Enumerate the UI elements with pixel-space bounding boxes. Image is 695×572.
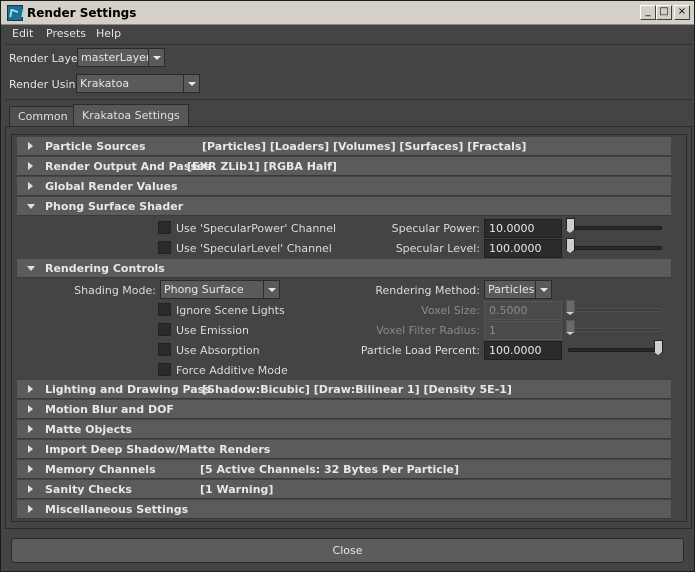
- voxel-filter-radius-label: Voxel Filter Radius:: [376, 324, 480, 337]
- use-emission-label: Use Emission: [176, 324, 249, 337]
- use-absorption-checkbox[interactable]: [158, 343, 171, 356]
- shading-mode-dropdown[interactable]: Phong Surface: [160, 280, 280, 299]
- render-layer-dropdown[interactable]: masterLayer: [77, 48, 165, 67]
- voxel-size-field[interactable]: 0.5000: [484, 301, 562, 320]
- ignore-scene-lights-label: Ignore Scene Lights: [176, 304, 285, 317]
- rendering-method-dropdown[interactable]: Particles: [484, 280, 552, 299]
- tab-common[interactable]: Common: [9, 106, 77, 127]
- expand-arrow-icon: [28, 162, 33, 170]
- shading-mode-value: Phong Surface: [164, 283, 244, 296]
- specular-level-slider[interactable]: [568, 246, 662, 250]
- use-specular-level-channel-checkbox[interactable]: [158, 241, 171, 254]
- specular-level-field[interactable]: 100.0000: [484, 239, 562, 258]
- krakatoa-settings-panel: Particle Sources [Particles] [Loaders] […: [5, 126, 692, 529]
- frame-import-deep-shadow[interactable]: Import Deep Shadow/Matte Renders: [17, 440, 671, 459]
- tab-krakatoa-settings[interactable]: Krakatoa Settings: [73, 104, 189, 127]
- render-layer-value: masterLayer: [81, 51, 151, 64]
- chevron-down-icon: [535, 281, 551, 298]
- use-emission-checkbox[interactable]: [158, 323, 171, 336]
- frame-sanity-checks[interactable]: Sanity Checks [1 Warning]: [17, 480, 671, 499]
- frame-motion-blur-dof[interactable]: Motion Blur and DOF: [17, 400, 671, 419]
- expand-arrow-icon: [28, 405, 33, 413]
- specular-level-slider-handle[interactable]: [566, 238, 575, 253]
- render-layer-label: Render Layer: [9, 52, 83, 65]
- specular-power-field[interactable]: 10.0000: [484, 219, 562, 238]
- particle-load-percent-slider-handle[interactable]: [654, 340, 663, 355]
- frame-particle-sources[interactable]: Particle Sources [Particles] [Loaders] […: [17, 137, 671, 156]
- frame-memory-channels[interactable]: Memory Channels [5 Active Channels: 32 B…: [17, 460, 671, 479]
- voxel-filter-radius-field[interactable]: 1: [484, 321, 562, 340]
- render-settings-window: Render Settings _ □ × Edit Presets Help …: [0, 0, 695, 572]
- window-title: Render Settings: [27, 6, 137, 20]
- expand-arrow-icon: [28, 465, 33, 473]
- menu-presets[interactable]: Presets: [46, 27, 86, 40]
- voxel-filter-radius-slider-handle[interactable]: [566, 320, 575, 335]
- menu-separator: [5, 44, 692, 45]
- voxel-filter-radius-slider[interactable]: [568, 328, 662, 332]
- expand-arrow-icon: [28, 425, 33, 433]
- header-separator: [5, 99, 692, 100]
- particle-load-percent-label: Particle Load Percent:: [360, 344, 480, 357]
- particle-load-percent-slider[interactable]: [568, 348, 662, 352]
- force-additive-mode-checkbox[interactable]: [158, 363, 171, 376]
- close-window-button[interactable]: ×: [674, 5, 690, 20]
- frame-global-render-values[interactable]: Global Render Values: [17, 177, 671, 196]
- maya-app-icon: [7, 5, 23, 21]
- title-bar[interactable]: Render Settings _ □ ×: [1, 1, 694, 25]
- use-specular-power-channel-label: Use 'SpecularPower' Channel: [176, 222, 337, 235]
- use-specular-level-channel-label: Use 'SpecularLevel' Channel: [176, 242, 332, 255]
- specular-power-label: Specular Power:: [391, 222, 480, 235]
- maximize-button[interactable]: □: [656, 5, 672, 20]
- rendering-method-value: Particles: [488, 283, 535, 296]
- minimize-button[interactable]: _: [640, 5, 656, 20]
- settings-scroll-area[interactable]: Particle Sources [Particles] [Loaders] […: [11, 134, 687, 522]
- collapse-arrow-icon: [27, 204, 35, 209]
- menu-help[interactable]: Help: [96, 27, 121, 40]
- frame-lighting-drawing-pass[interactable]: Lighting and Drawing Pass [Shadow:Bicubi…: [17, 380, 671, 399]
- chevron-down-icon: [263, 281, 279, 298]
- use-specular-power-channel-checkbox[interactable]: [158, 221, 171, 234]
- voxel-size-label: Voxel Size:: [421, 304, 480, 317]
- rendering-method-label: Rendering Method:: [375, 284, 480, 297]
- render-using-value: Krakatoa: [80, 77, 130, 90]
- voxel-size-slider-handle[interactable]: [566, 300, 575, 315]
- chevron-down-icon: [183, 75, 199, 92]
- collapse-arrow-icon: [27, 266, 35, 271]
- chevron-down-icon: [148, 49, 164, 66]
- menu-edit[interactable]: Edit: [12, 27, 33, 40]
- menu-bar: Edit Presets Help: [1, 25, 694, 43]
- specular-power-slider[interactable]: [568, 226, 662, 230]
- voxel-size-slider[interactable]: [568, 308, 662, 312]
- shading-mode-label: Shading Mode:: [74, 284, 156, 297]
- render-using-label: Render Using: [9, 78, 83, 91]
- frame-phong-surface-shader[interactable]: Phong Surface Shader: [17, 197, 671, 216]
- expand-arrow-icon: [28, 485, 33, 493]
- render-using-dropdown[interactable]: Krakatoa: [76, 74, 200, 93]
- particle-load-percent-field[interactable]: 100.0000: [484, 341, 562, 360]
- close-button[interactable]: Close: [11, 538, 684, 563]
- use-absorption-label: Use Absorption: [176, 344, 260, 357]
- expand-arrow-icon: [28, 505, 33, 513]
- expand-arrow-icon: [28, 385, 33, 393]
- frame-miscellaneous-settings[interactable]: Miscellaneous Settings: [17, 500, 671, 519]
- expand-arrow-icon: [28, 182, 33, 190]
- frame-render-output[interactable]: Render Output And Passes [EXR ZLib1] [RG…: [17, 157, 671, 176]
- frame-rendering-controls[interactable]: Rendering Controls: [17, 259, 671, 278]
- specular-power-slider-handle[interactable]: [566, 218, 575, 233]
- expand-arrow-icon: [28, 445, 33, 453]
- ignore-scene-lights-checkbox[interactable]: [158, 303, 171, 316]
- expand-arrow-icon: [28, 142, 33, 150]
- force-additive-mode-label: Force Additive Mode: [176, 364, 288, 377]
- frame-matte-objects[interactable]: Matte Objects: [17, 420, 671, 439]
- specular-level-label: Specular Level:: [395, 242, 480, 255]
